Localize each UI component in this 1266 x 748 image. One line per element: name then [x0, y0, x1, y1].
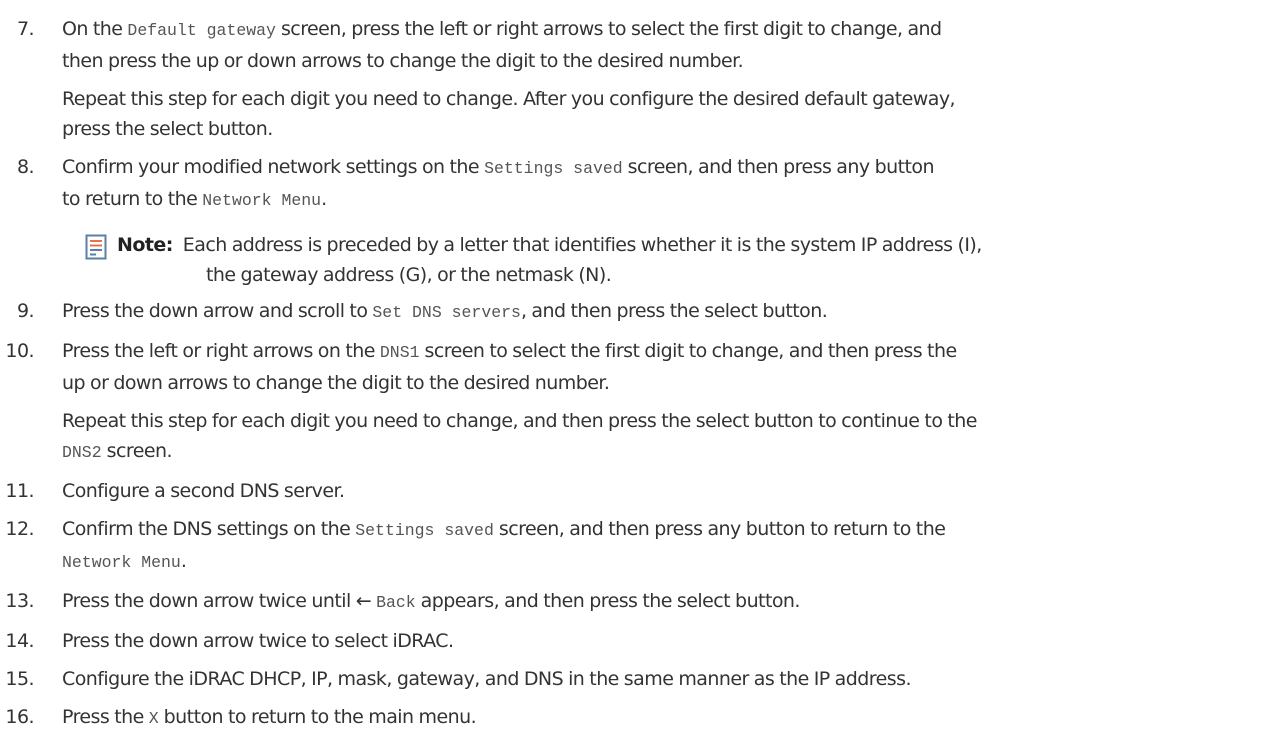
note-text: Note: Each address is preceded by a lett…	[117, 230, 1266, 260]
button-name: X	[148, 709, 159, 728]
step-number: 16.	[5, 706, 34, 728]
screen-name: Settings saved	[355, 521, 494, 540]
screen-name: Settings saved	[484, 159, 623, 178]
step-7: 7. On the Default gateway screen, press …	[0, 14, 1266, 144]
step-paragraph: press the select button.	[62, 118, 273, 140]
step-paragraph: Repeat this step for each digit you need…	[62, 88, 956, 110]
text-run: button to return to the main menu.	[158, 706, 477, 728]
step-13: 13. Press the down arrow twice until ← B…	[0, 586, 1266, 618]
step-text: Press the down arrow and scroll to Set D…	[62, 296, 1266, 328]
step-text: Press the left or right arrows on the DN…	[62, 336, 1266, 368]
step-text: Configure the iDRAC DHCP, IP, mask, gate…	[62, 668, 912, 690]
text-run: .	[321, 188, 327, 210]
text-run: On the	[62, 18, 128, 40]
step-15: 15. Configure the iDRAC DHCP, IP, mask, …	[0, 664, 1266, 694]
step-text: Press the down arrow twice to select iDR…	[62, 630, 454, 652]
step-text: Configure a second DNS server.	[62, 480, 345, 502]
step-text: up or down arrows to change the digit to…	[62, 372, 610, 394]
step-text: On the Default gateway screen, press the…	[62, 14, 1266, 46]
step-number: 14.	[5, 630, 34, 652]
step-paragraph: DNS2 screen.	[62, 436, 1266, 468]
step-8: 8. Confirm your modified network setting…	[0, 152, 1266, 216]
step-text: Press the X button to return to the main…	[62, 702, 1266, 734]
text-run: Press the	[62, 706, 149, 728]
step-text: Confirm your modified network settings o…	[62, 152, 1266, 184]
screen-name: Default gateway	[127, 21, 276, 40]
step-text: to return to the Network Menu.	[62, 184, 1266, 216]
step-text: then press the up or down arrows to chan…	[62, 50, 744, 72]
step-number: 15.	[5, 668, 34, 690]
text-run: screen, and then press any button	[622, 156, 935, 178]
menu-name: Network Menu	[202, 191, 322, 210]
step-12: 12. Confirm the DNS settings on the Sett…	[0, 514, 1266, 578]
text-run: Each address is preceded by a letter tha…	[182, 234, 983, 256]
step-9: 9. Press the down arrow and scroll to Se…	[0, 296, 1266, 328]
text-run: , and then press the select button.	[520, 300, 828, 322]
step-number: 7.	[16, 18, 35, 40]
step-text: Confirm the DNS settings on the Settings…	[62, 514, 1266, 546]
step-number: 9.	[16, 300, 35, 322]
text-run: Confirm your modified network settings o…	[62, 156, 485, 178]
note-callout: Note: Each address is preceded by a lett…	[85, 230, 1266, 290]
step-10: 10. Press the left or right arrows on th…	[0, 336, 1266, 468]
text-run: Press the down arrow and scroll to	[62, 300, 373, 322]
step-11: 11. Configure a second DNS server.	[0, 476, 1266, 506]
screen-name: DNS2	[62, 443, 102, 462]
text-run: screen, press the left or right arrows t…	[275, 18, 942, 40]
text-run: screen, and then press any button to ret…	[493, 518, 946, 540]
step-text: Press the down arrow twice until ← Back …	[62, 586, 1266, 618]
menu-item-name: Back	[376, 593, 416, 612]
text-run: screen to select the first digit to chan…	[419, 340, 957, 362]
step-number: 13.	[5, 590, 34, 612]
step-number: 11.	[5, 480, 34, 502]
note-label: Note:	[117, 234, 173, 256]
text-run: to return to the	[62, 188, 203, 210]
note-text: the gateway address (G), or the netmask …	[206, 264, 612, 286]
text-run: Confirm the DNS settings on the	[62, 518, 356, 540]
step-text: Network Menu.	[62, 546, 1266, 578]
procedure-steps: 7. On the Default gateway screen, press …	[0, 14, 1266, 734]
text-run: Press the left or right arrows on the	[62, 340, 380, 362]
step-16: 16. Press the X button to return to the …	[0, 702, 1266, 734]
note-icon	[85, 234, 107, 260]
screen-name: DNS1	[379, 343, 420, 362]
text-run: screen.	[101, 440, 173, 462]
step-paragraph: Repeat this step for each digit you need…	[62, 410, 977, 432]
text-run: Press the down arrow twice until ←	[62, 590, 377, 612]
step-14: 14. Press the down arrow twice to select…	[0, 626, 1266, 656]
text-run: .	[180, 550, 187, 572]
step-number: 8.	[16, 156, 35, 178]
step-number: 10.	[5, 340, 34, 362]
step-number: 12.	[5, 518, 34, 540]
menu-item-name: Set DNS servers	[372, 303, 521, 322]
text-run: appears, and then press the select butto…	[415, 590, 801, 612]
menu-name: Network Menu	[62, 553, 181, 572]
